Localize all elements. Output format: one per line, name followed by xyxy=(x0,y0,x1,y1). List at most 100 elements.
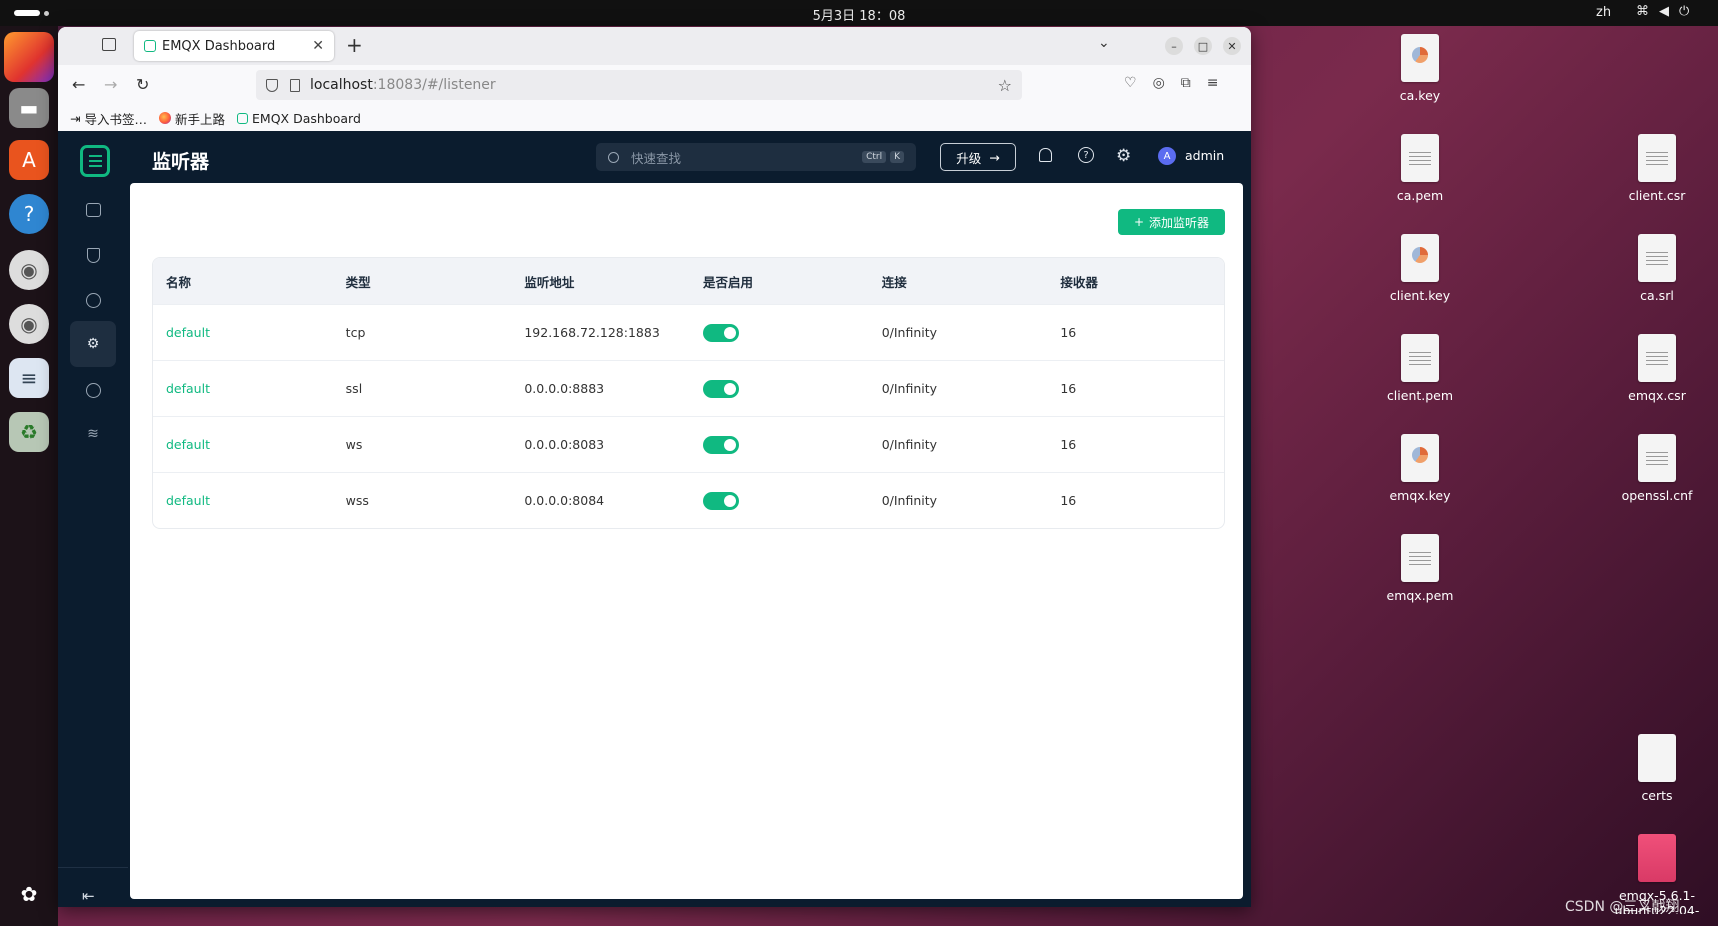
chevron-down-icon[interactable]: ⌄ xyxy=(1098,35,1110,51)
sidebar-item-monitoring[interactable] xyxy=(70,187,116,233)
add-listener-button[interactable]: + 添加监听器 xyxy=(1118,209,1225,235)
search-icon xyxy=(608,151,619,163)
maximize-button[interactable]: □ xyxy=(1194,37,1212,55)
sidebar-item-diagnose[interactable] xyxy=(70,367,116,413)
desktop-file[interactable]: ca.srl xyxy=(1602,234,1712,303)
disc-icon[interactable]: ◉ xyxy=(9,250,49,290)
url-bar[interactable]: localhost :18083/#/listener ☆ xyxy=(256,70,1022,100)
listener-address: 0.0.0.0:8883 xyxy=(524,381,605,396)
new-tab-button[interactable]: + xyxy=(346,33,363,57)
upgrade-button[interactable]: 升级 → xyxy=(940,143,1016,171)
enable-toggle[interactable] xyxy=(703,491,740,510)
avatar[interactable]: A xyxy=(1158,147,1176,165)
listener-name-link[interactable]: default xyxy=(166,381,210,396)
listener-address: 0.0.0.0:8084 xyxy=(524,493,605,508)
files-icon[interactable]: ▬ xyxy=(9,88,49,128)
add-listener-label: 添加监听器 xyxy=(1149,215,1210,230)
bell-icon[interactable] xyxy=(1039,148,1052,162)
browser-window: EMQX Dashboard ✕ + ⌄ – □ ✕ ← → ↻ localho… xyxy=(58,27,1251,907)
back-arrow-icon[interactable]: ← xyxy=(72,75,85,94)
desktop-file[interactable]: client.key xyxy=(1365,234,1475,303)
desktop-file[interactable]: emqx.key xyxy=(1365,434,1475,503)
sidebar-item-management[interactable]: ⚙ xyxy=(70,321,116,367)
tab-emqx-dashboard[interactable]: EMQX Dashboard ✕ xyxy=(134,31,334,61)
close-tab-icon[interactable]: ✕ xyxy=(312,38,324,54)
bookmark-emqx-dashboard[interactable]: EMQX Dashboard xyxy=(237,111,361,126)
tab-bar: EMQX Dashboard ✕ + ⌄ – □ ✕ xyxy=(58,27,1251,65)
emqx-logo-icon[interactable] xyxy=(80,145,110,177)
system-clock[interactable]: 5月3日 18：08 xyxy=(0,5,1718,24)
help-app-icon[interactable]: ? xyxy=(9,194,49,234)
app-center-icon[interactable]: A xyxy=(9,140,49,180)
upgrade-label: 升级 xyxy=(956,150,982,166)
save-disk-icon[interactable]: ≡ xyxy=(9,358,49,398)
desktop-file[interactable]: client.pem xyxy=(1365,334,1475,403)
firefox-icon[interactable] xyxy=(4,32,54,82)
listener-name-link[interactable]: default xyxy=(166,493,210,508)
trash-icon[interactable]: ♻ xyxy=(9,412,49,452)
bookmark-label: EMQX Dashboard xyxy=(252,110,361,126)
table-row: default ssl 0.0.0.0:8883 0/Infinity 16 xyxy=(153,360,1224,416)
page-info-icon[interactable] xyxy=(290,78,300,92)
emqx-favicon-icon xyxy=(237,112,249,124)
username[interactable]: admin xyxy=(1185,148,1224,163)
reload-icon[interactable]: ↻ xyxy=(136,75,149,94)
listener-type: ssl xyxy=(345,381,363,396)
enable-toggle[interactable] xyxy=(703,435,740,454)
shortcut-hint: Ctrl K xyxy=(858,151,904,163)
system-tray[interactable]: ⌘ ◀ ⏻ xyxy=(1636,4,1689,19)
desktop-file[interactable]: openssl.cnf xyxy=(1602,434,1712,503)
desktop-file[interactable]: ca.key xyxy=(1365,34,1475,103)
desktop-file[interactable]: emqx.pem xyxy=(1365,534,1475,603)
desktop-file[interactable]: ca.pem xyxy=(1365,134,1475,203)
quick-search-input[interactable]: 快速查找 Ctrl K xyxy=(596,143,916,171)
diagnose-icon xyxy=(85,382,101,398)
forward-arrow-icon[interactable]: → xyxy=(104,75,117,94)
chart-icon xyxy=(85,203,101,217)
sidebar-item-integration[interactable] xyxy=(70,277,116,323)
table-row: default ws 0.0.0.0:8083 0/Infinity 16 xyxy=(153,416,1224,472)
listener-name-link[interactable]: default xyxy=(166,325,210,340)
listener-connections: 0/Infinity xyxy=(881,493,938,508)
package-icon xyxy=(1638,834,1676,882)
bookmark-star-icon[interactable]: ☆ xyxy=(998,76,1012,95)
desktop-file-label: client.csr xyxy=(1628,188,1686,203)
bookmark-getting-started[interactable]: 新手上路 xyxy=(159,109,225,128)
menu-icon[interactable]: ≡ xyxy=(1207,75,1219,91)
desktop-file-label: certs xyxy=(1641,788,1673,803)
sidebar: ⚙ ≋ ⇤ xyxy=(58,187,128,907)
plus-icon: + xyxy=(1133,215,1145,229)
folder-icon xyxy=(1638,734,1676,782)
help-icon[interactable]: ? xyxy=(1078,147,1094,163)
show-apps-icon[interactable]: ✿ xyxy=(9,874,49,914)
bookmark-import[interactable]: ⇥ 导入书签… xyxy=(70,109,147,128)
disc-icon-2[interactable]: ◉ xyxy=(9,304,49,344)
collapse-sidebar-icon[interactable]: ⇤ xyxy=(82,887,95,905)
listener-connections: 0/Infinity xyxy=(881,437,938,452)
tracking-shield-icon[interactable] xyxy=(266,78,278,92)
power-icon: ⏻ xyxy=(1679,4,1690,19)
sidebar-item-access-control[interactable] xyxy=(70,232,116,278)
desktop-folder[interactable]: certs xyxy=(1602,734,1712,803)
kbd-k: K xyxy=(890,151,904,163)
sidebar-item-extensions[interactable]: ≋ xyxy=(70,411,116,457)
close-window-button[interactable]: ✕ xyxy=(1223,37,1241,55)
tab-list-icon[interactable] xyxy=(102,38,116,51)
listener-table: 名称 类型 监听地址 是否启用 连接 接收器 default tcp 192.1… xyxy=(152,257,1225,529)
url-path: :18083/#/listener xyxy=(372,77,496,93)
extensions-icon[interactable]: ⧉ xyxy=(1181,75,1191,91)
desktop-file[interactable]: client.csr xyxy=(1602,134,1712,203)
firefox-icon xyxy=(159,112,171,124)
input-language[interactable]: zh xyxy=(1596,5,1611,20)
account-icon[interactable]: ◎ xyxy=(1153,75,1165,91)
browser-toolbar: ♡ ◎ ⧉ ≡ xyxy=(1124,75,1219,91)
desktop-file[interactable]: emqx.csr xyxy=(1602,334,1712,403)
enable-toggle[interactable] xyxy=(703,323,740,342)
column-header: 接收器 xyxy=(1060,274,1098,290)
gear-icon[interactable]: ⚙ xyxy=(1116,146,1131,166)
listener-connections: 0/Infinity xyxy=(881,381,938,396)
pocket-icon[interactable]: ♡ xyxy=(1124,75,1137,91)
listener-name-link[interactable]: default xyxy=(166,437,210,452)
enable-toggle[interactable] xyxy=(703,379,740,398)
minimize-button[interactable]: – xyxy=(1165,37,1183,55)
